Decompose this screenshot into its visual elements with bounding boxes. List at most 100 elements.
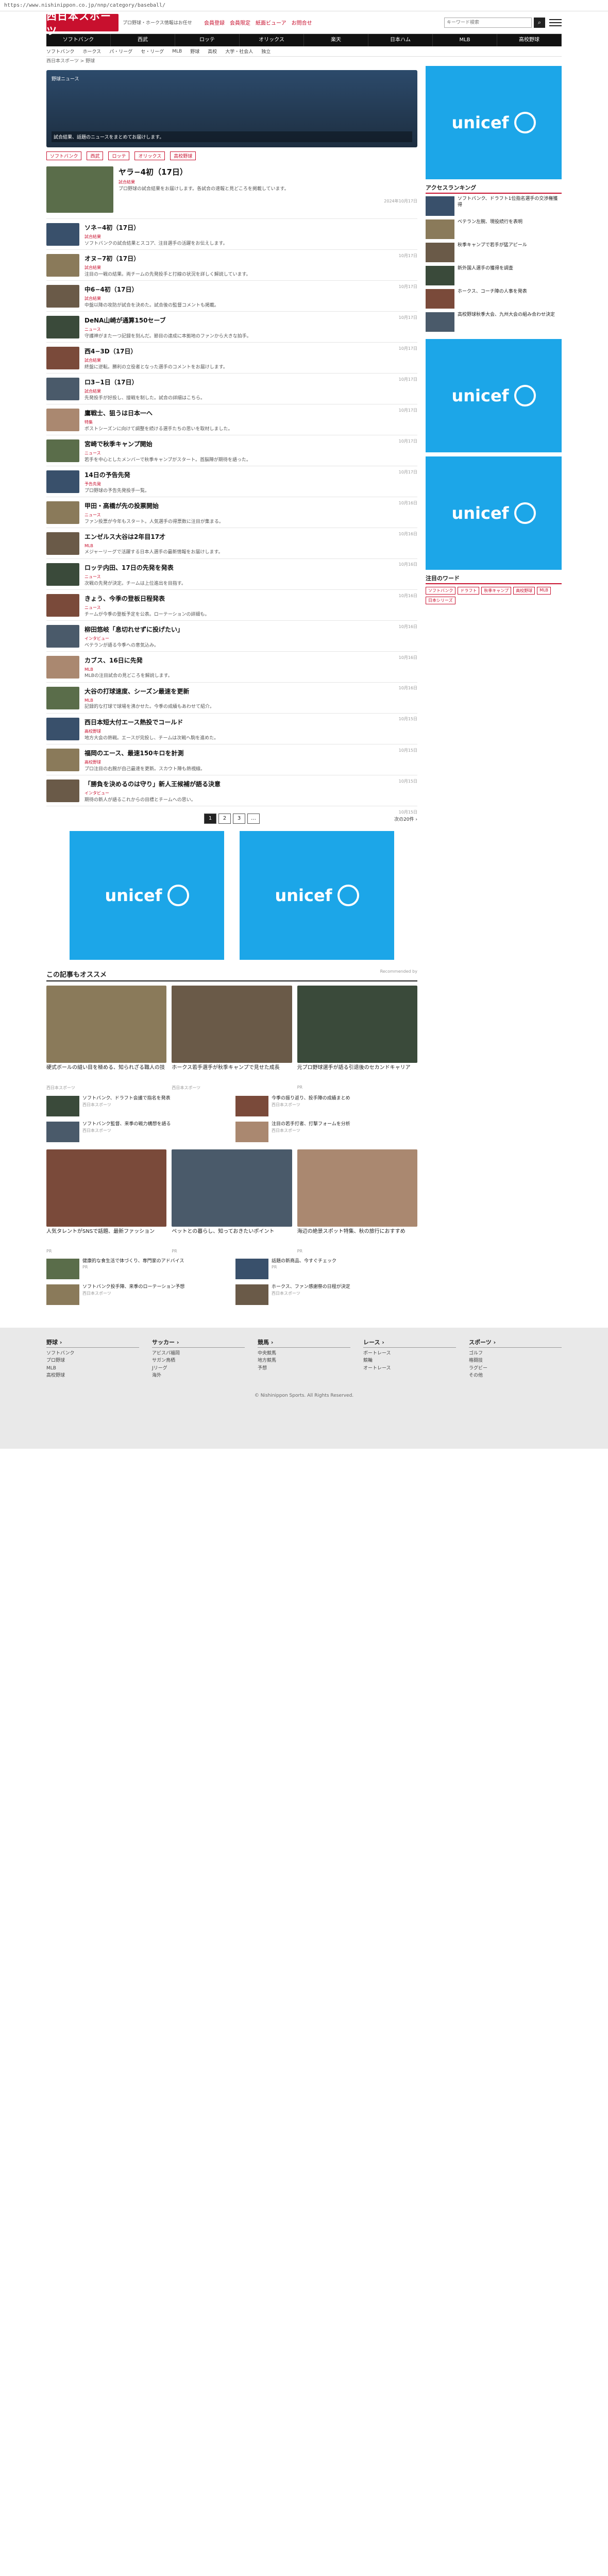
footer-link[interactable]: 中央競馬 xyxy=(258,1350,350,1357)
side-tag[interactable]: 日本シリーズ xyxy=(426,597,455,604)
recommend-list-image[interactable] xyxy=(235,1096,268,1116)
footer-link[interactable]: 地方競馬 xyxy=(258,1357,350,1364)
recommend-list-title[interactable]: 健康的な食生活で体づくり、専門家のアドバイス xyxy=(82,1259,184,1265)
article-item[interactable]: エンゼルス大谷は2年目17才 MLB メジャーリーグで活躍する日本人選手の最新情報を… xyxy=(46,528,417,567)
header-link[interactable]: 紙面ビューア xyxy=(256,19,286,26)
recommend-image[interactable] xyxy=(46,986,167,1063)
side-tag[interactable]: 秋季キャンプ xyxy=(481,587,512,595)
gnav-item[interactable]: 日本ハム xyxy=(368,34,433,46)
search-input[interactable] xyxy=(444,17,532,28)
subnav-item[interactable]: ソフトバンク xyxy=(46,48,74,55)
recommend-list-title[interactable]: ホークス、ファン感謝祭の日程が決定 xyxy=(272,1284,350,1291)
article-thumbnail[interactable] xyxy=(46,254,79,277)
recommend-image[interactable] xyxy=(172,1149,292,1227)
gnav-item[interactable]: MLB xyxy=(433,34,497,46)
article-thumbnail[interactable] xyxy=(46,439,79,462)
article-thumbnail[interactable] xyxy=(46,501,79,524)
article-item[interactable]: 中6−4初（17日） 試合結果 中盤以降の攻防が試合を決めた。試合後の監督コメントも… xyxy=(46,281,417,320)
article-thumbnail[interactable] xyxy=(46,378,79,400)
footer-link[interactable]: 予想 xyxy=(258,1365,350,1372)
page-link[interactable]: 2 xyxy=(218,814,231,824)
ranking-title-text[interactable]: ベテラン左腕、現役続行を表明 xyxy=(458,219,522,241)
gnav-item[interactable]: ロッテ xyxy=(175,34,240,46)
article-title[interactable]: 中6−4初（17日） xyxy=(85,285,417,294)
side-tag[interactable]: MLB xyxy=(537,587,551,595)
ranking-thumbnail[interactable] xyxy=(426,266,454,285)
footer-link[interactable]: 格闘技 xyxy=(469,1357,562,1364)
recommend-card-title[interactable]: ホークス若手選手が秋季キャンプで見せた成長 xyxy=(172,1064,292,1085)
tag-chip[interactable]: 西武 xyxy=(87,151,104,160)
article-thumbnail[interactable] xyxy=(46,223,79,246)
article-thumbnail[interactable] xyxy=(46,563,79,586)
article-item[interactable]: 西日本短大付エース熱投でコールド 高校野球 地方大会の熱戦。エースが完投し、チームは… xyxy=(46,714,417,753)
next-page-link[interactable]: 次の20件 › xyxy=(394,816,417,822)
footer-link[interactable]: プロ野球 xyxy=(46,1357,139,1364)
article-title[interactable]: 福岡のエース、最速150キロを計測 xyxy=(85,749,417,757)
side-tag[interactable]: ドラフト xyxy=(458,587,480,595)
footer-link[interactable]: ソフトバンク xyxy=(46,1350,139,1357)
gnav-item[interactable]: 西武 xyxy=(111,34,175,46)
article-title[interactable]: カブス、16日に先発 xyxy=(85,656,417,665)
recommend-list-title[interactable]: ソフトバンク監督、来季の戦力構想を語る xyxy=(82,1122,171,1128)
recommend-list-item[interactable]: ホークス、ファン感謝祭の日程が決定 西日本スポーツ xyxy=(235,1284,417,1307)
ranking-thumbnail[interactable] xyxy=(426,289,454,309)
article-item[interactable]: 福岡のエース、最速150キロを計測 高校野球 プロ注目の右腕が自己最速を更新。スカウ… xyxy=(46,744,417,784)
article-item[interactable]: きょう、今季の登板日程発表 ニュース チームが今季の登板予定を公表。ローテーションの… xyxy=(46,590,417,629)
recommend-list-image[interactable] xyxy=(46,1122,79,1142)
ranking-thumbnail[interactable] xyxy=(426,196,454,216)
gnav-item[interactable]: ソフトバンク xyxy=(46,34,111,46)
hero-banner[interactable]: 野球ニュース 試合結果、話題のニュースをまとめてお届けします。 xyxy=(46,70,417,147)
article-thumbnail[interactable] xyxy=(46,347,79,369)
footer-link[interactable]: MLB xyxy=(46,1365,139,1372)
article-thumbnail[interactable] xyxy=(46,532,79,555)
article-item[interactable]: 14日の予告先発 予告先発 プロ野球の予告先発投手一覧。 10月16日 xyxy=(46,466,417,505)
article-item[interactable]: ヤラ−4初（17日） 試合結果 プロ野球の試合結果をお届けします。各試合の速報と見ど… xyxy=(46,162,417,219)
footer-heading[interactable]: サッカー › xyxy=(152,1338,245,1348)
article-thumbnail[interactable] xyxy=(46,687,79,709)
unicef-ad[interactable]: unicef xyxy=(70,831,224,960)
recommend-image[interactable] xyxy=(297,986,417,1063)
recommend-image[interactable] xyxy=(46,1149,167,1227)
ranking-item[interactable]: ベテラン左腕、現役続行を表明 xyxy=(426,219,562,241)
recommend-list-title[interactable]: ソフトバンク、ドラフト会議で指名を発表 xyxy=(82,1096,171,1102)
article-thumbnail[interactable] xyxy=(46,718,79,740)
article-title[interactable]: 鷹戦士、狙うは日本一へ xyxy=(85,409,417,417)
side-tag[interactable]: 高校野球 xyxy=(513,587,535,595)
recommend-list-title[interactable]: 今季の振り返り、投手陣の成績まとめ xyxy=(272,1096,350,1102)
article-item[interactable]: DeNA山崎が通算150セーブ ニュース 守護神がまた一つ記録を刻んだ。節目の達成に… xyxy=(46,312,417,351)
article-item[interactable]: ロッテ内田、17日の先発を発表 ニュース 次戦の先発が決定。チームは上位進出を目指す… xyxy=(46,559,417,598)
article-item[interactable]: 「勝負を決めるのは守り」新人王候補が語る決意 インタビュー 期待の新人が語るこれから… xyxy=(46,775,417,815)
article-thumbnail[interactable] xyxy=(46,470,79,493)
recommend-list-item[interactable]: 健康的な食生活で体づくり、専門家のアドバイス PR xyxy=(46,1259,228,1281)
side-tag[interactable]: ソフトバンク xyxy=(426,587,456,595)
article-thumbnail[interactable] xyxy=(46,779,79,802)
article-title[interactable]: 宮崎で秋季キャンプ開始 xyxy=(85,439,417,448)
recommend-card-title[interactable]: 硬式ボールの縫い目を極める、知られざる職人の技 xyxy=(46,1064,166,1085)
ranking-thumbnail[interactable] xyxy=(426,243,454,262)
recommend-card-title[interactable]: ペットとの暮らし、知っておきたいポイント xyxy=(172,1228,292,1249)
ranking-item[interactable]: 高校野球秋季大会、九州大会の組み合わせ決定 xyxy=(426,312,562,334)
ranking-title-text[interactable]: ソフトバンク、ドラフト1位指名選手の交渉権獲得 xyxy=(458,196,562,218)
footer-link[interactable]: サガン鳥栖 xyxy=(152,1357,245,1364)
recommend-list-item[interactable]: 注目の若手打者、打撃フォームを分析 西日本スポーツ xyxy=(235,1122,417,1144)
footer-heading[interactable]: レース › xyxy=(363,1338,456,1348)
article-item[interactable]: 大谷の打球速度、シーズン最速を更新 MLB 記録的な打球で球場を沸かせた。今季の成績… xyxy=(46,683,417,721)
article-title[interactable]: DeNA山崎が通算150セーブ xyxy=(85,316,417,325)
recommend-card[interactable]: 元プロ野球選手が語る引退後のセカンドキャリア PR xyxy=(297,986,417,1091)
article-title[interactable]: 柳田悠岐「息切れせずに投げたい」 xyxy=(85,625,417,634)
recommend-list-title[interactable]: 注目の若手打者、打撃フォームを分析 xyxy=(272,1122,350,1128)
footer-link[interactable]: ボートレース xyxy=(363,1350,456,1357)
ranking-thumbnail[interactable] xyxy=(426,219,454,239)
footer-link[interactable]: ゴルフ xyxy=(469,1350,562,1357)
article-item[interactable]: 鷹戦士、狙うは日本一へ 特集 ポストシーズンに向けて調整を続ける選手たちの思いを取材… xyxy=(46,404,417,444)
article-item[interactable]: 柳田悠岐「息切れせずに投げたい」 インタビュー ベテランが語る今季への意気込み。 10… xyxy=(46,621,417,660)
footer-link[interactable]: アビスパ福岡 xyxy=(152,1350,245,1357)
recommend-list-image[interactable] xyxy=(235,1122,268,1142)
article-title[interactable]: エンゼルス大谷は2年目17才 xyxy=(85,532,417,541)
ranking-item[interactable]: ホークス、コーチ陣の人事を発表 xyxy=(426,289,562,311)
footer-link[interactable]: オートレース xyxy=(363,1365,456,1372)
subnav-item[interactable]: 高校 xyxy=(208,48,217,55)
recommend-image[interactable] xyxy=(297,1149,417,1227)
footer-link[interactable]: Jリーグ xyxy=(152,1365,245,1372)
article-title[interactable]: ロッテ内田、17日の先発を発表 xyxy=(85,563,417,572)
